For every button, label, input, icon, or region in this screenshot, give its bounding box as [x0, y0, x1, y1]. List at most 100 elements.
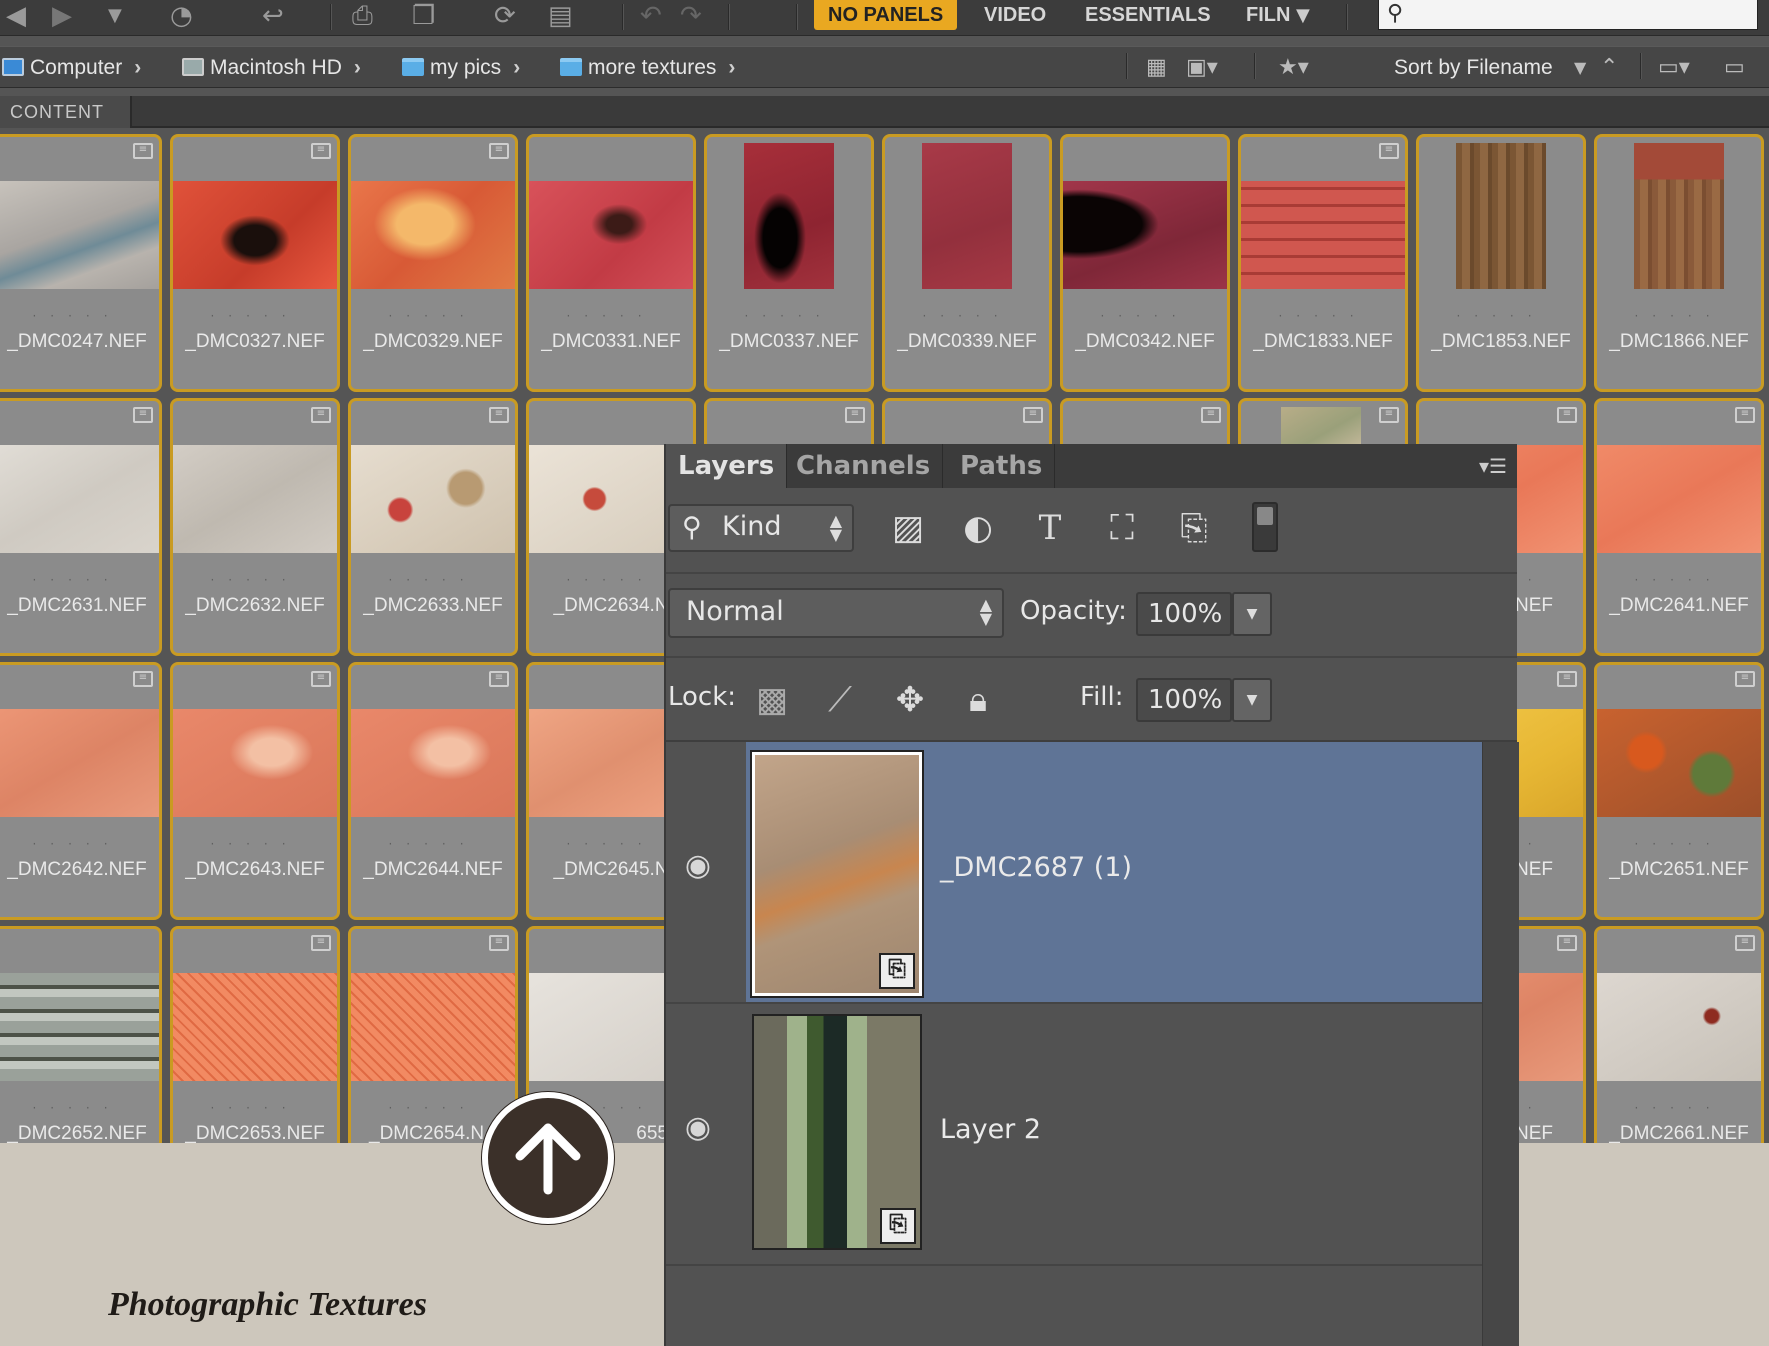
rotate-right-icon[interactable]: ↷: [680, 2, 702, 30]
layers-scrollbar[interactable]: [1482, 742, 1519, 1346]
back-arrow-icon[interactable]: ◀: [6, 2, 26, 30]
rating-dots[interactable]: ·····: [1597, 573, 1761, 587]
stack-icon[interactable]: ≡: [489, 671, 509, 687]
thumbnail-cell[interactable]: ····· _DMC1866.NEF: [1594, 134, 1764, 392]
new-folder-icon[interactable]: ▭: [1724, 55, 1745, 81]
thumbnail-cell[interactable]: ····· _DMC0337.NEF: [704, 134, 874, 392]
tab-channels[interactable]: Channels: [784, 444, 944, 488]
stack-icon[interactable]: ≡: [1379, 407, 1399, 423]
rating-dots[interactable]: ·····: [351, 309, 515, 323]
rating-dots[interactable]: ·····: [0, 837, 159, 851]
eye-visibility-icon[interactable]: ◉: [676, 1110, 720, 1145]
thumbnail-cell[interactable]: ≡ ····· _DMC2654.N: [348, 926, 518, 1143]
stack-icon[interactable]: ≡: [1735, 407, 1755, 423]
stack-icon[interactable]: ≡: [133, 143, 153, 159]
opacity-dropdown-button[interactable]: ▼: [1232, 592, 1272, 636]
history-dropdown-icon[interactable]: ▼: [108, 2, 122, 30]
rating-dots[interactable]: ·····: [1597, 309, 1761, 323]
rating-dots[interactable]: ·····: [0, 1101, 159, 1115]
stack-icon[interactable]: ≡: [311, 143, 331, 159]
shape-layer-filter-icon[interactable]: ⛶: [1100, 506, 1144, 550]
stack-icon[interactable]: ≡: [489, 143, 509, 159]
rating-dots[interactable]: ·····: [529, 309, 693, 323]
thumbnail-cell[interactable]: ≡ ····· _DMC2653.NEF: [170, 926, 340, 1143]
thumbnail-cell[interactable]: ≡ ····· _DMC2632.NEF: [170, 398, 340, 656]
breadcrumb-macintosh-hd[interactable]: Macintosh HD ›: [182, 55, 361, 81]
blend-mode-dropdown[interactable]: Normal ▲ ▼: [668, 588, 1004, 638]
fill-field[interactable]: 100%: [1136, 678, 1232, 722]
stack-icon[interactable]: ≡: [311, 935, 331, 951]
layer-name[interactable]: _DMC2687 (1): [940, 852, 1132, 883]
stack-icon[interactable]: ≡: [133, 671, 153, 687]
open-in-camera-raw-icon[interactable]: ⟳: [494, 2, 516, 30]
stack-icon[interactable]: ≡: [489, 935, 509, 951]
stack-icon[interactable]: ≡: [1557, 407, 1577, 423]
layer-name[interactable]: Layer 2: [940, 1114, 1041, 1145]
stack-icon[interactable]: ≡: [1557, 935, 1577, 951]
thumbnail-cell[interactable]: ≡ ····· _DMC0329.NEF: [348, 134, 518, 392]
camera-import-icon[interactable]: ⎙: [352, 2, 373, 30]
rating-dots[interactable]: ·····: [1063, 309, 1227, 323]
tab-paths[interactable]: Paths: [948, 444, 1056, 488]
thumbnail-cell[interactable]: ≡ ····· _DMC0327.NEF: [170, 134, 340, 392]
stack-icon[interactable]: ≡: [1735, 671, 1755, 687]
stack-icon[interactable]: ≡: [1735, 935, 1755, 951]
reveal-recent-icon[interactable]: ◔: [170, 2, 193, 30]
thumbnail-cell[interactable]: ≡ ····· _DMC0247.NEF: [0, 134, 162, 392]
smart-object-filter-icon[interactable]: ⎘: [1172, 506, 1216, 550]
recent-folders-icon[interactable]: ▭▾: [1658, 55, 1690, 81]
view-mode-icon[interactable]: ▣▾: [1186, 55, 1218, 81]
star-filter-icon[interactable]: ★▾: [1278, 55, 1309, 81]
breadcrumb-my-pics[interactable]: my pics ›: [402, 55, 520, 81]
stack-icon[interactable]: ≡: [1201, 407, 1221, 423]
rating-dots[interactable]: ·····: [0, 309, 159, 323]
stack-icon[interactable]: ≡: [1557, 671, 1577, 687]
lock-brush-icon[interactable]: ⟋: [818, 678, 862, 722]
thumbnail-cell[interactable]: ≡ ····· _DMC2643.NEF: [170, 662, 340, 920]
lock-transparency-icon[interactable]: ▩: [750, 678, 794, 722]
rating-dots[interactable]: ·····: [885, 309, 1049, 323]
fill-dropdown-button[interactable]: ▼: [1232, 678, 1272, 722]
adjustment-layer-filter-icon[interactable]: ◐: [956, 506, 1000, 550]
stack-icon[interactable]: ≡: [489, 407, 509, 423]
sort-ascending-icon[interactable]: ⌃: [1600, 55, 1618, 81]
scroll-up-button[interactable]: [482, 1092, 614, 1224]
forward-arrow-icon[interactable]: ▶: [52, 2, 72, 30]
output-icon[interactable]: ▤: [548, 2, 573, 30]
stack-icon[interactable]: ≡: [845, 407, 865, 423]
stack-icon[interactable]: ≡: [133, 407, 153, 423]
layer-row[interactable]: ◉ ⎘ _DMC2687 (1): [666, 742, 1482, 1004]
layer-thumbnail[interactable]: ⎘: [750, 750, 924, 998]
thumbnail-cell[interactable]: ≡ ····· _DMC2644.NEF: [348, 662, 518, 920]
stack-icon[interactable]: ≡: [311, 407, 331, 423]
rating-dots[interactable]: ·····: [351, 573, 515, 587]
rating-dots[interactable]: ·····: [1597, 837, 1761, 851]
rating-dots[interactable]: ·····: [173, 309, 337, 323]
stack-icon[interactable]: ≡: [311, 671, 331, 687]
thumbnail-cell[interactable]: ····· _DMC2652.NEF: [0, 926, 162, 1143]
lock-position-icon[interactable]: ✥: [888, 678, 932, 722]
rating-dots[interactable]: ·····: [1241, 309, 1405, 323]
search-input[interactable]: ⚲: [1378, 0, 1758, 30]
rating-dots[interactable]: ·····: [351, 1101, 515, 1115]
panel-menu-icon[interactable]: ▾☰: [1479, 454, 1507, 478]
filter-toggle-switch[interactable]: [1252, 502, 1278, 552]
rating-dots[interactable]: ·····: [0, 573, 159, 587]
thumbnail-cell[interactable]: ≡ ····· _DMC2642.NEF: [0, 662, 162, 920]
workspace-no-panels[interactable]: NO PANELS: [814, 0, 958, 30]
stack-icon[interactable]: ≡: [1023, 407, 1043, 423]
eye-visibility-icon[interactable]: ◉: [676, 848, 720, 883]
thumbnail-cell[interactable]: ····· _DMC0342.NEF: [1060, 134, 1230, 392]
breadcrumb-more-textures[interactable]: more textures ›: [560, 55, 735, 81]
rating-dots[interactable]: ·····: [707, 309, 871, 323]
type-layer-filter-icon[interactable]: T: [1028, 506, 1072, 550]
breadcrumb-computer[interactable]: Computer ›: [2, 55, 141, 81]
thumbnail-cell[interactable]: ≡ ····· _DMC2651.NEF: [1594, 662, 1764, 920]
workspace-essentials[interactable]: ESSENTIALS: [1085, 0, 1211, 30]
workspace-filmstrip[interactable]: FILN: [1246, 0, 1290, 30]
thumbnail-cell[interactable]: ····· _DMC0339.NEF: [882, 134, 1052, 392]
thumbnail-cell[interactable]: ≡ ····· _DMC2631.NEF: [0, 398, 162, 656]
boomerang-icon[interactable]: ↩: [262, 2, 284, 30]
rating-dots[interactable]: ·····: [173, 837, 337, 851]
thumbnail-quality-icon[interactable]: ▦: [1146, 55, 1167, 81]
